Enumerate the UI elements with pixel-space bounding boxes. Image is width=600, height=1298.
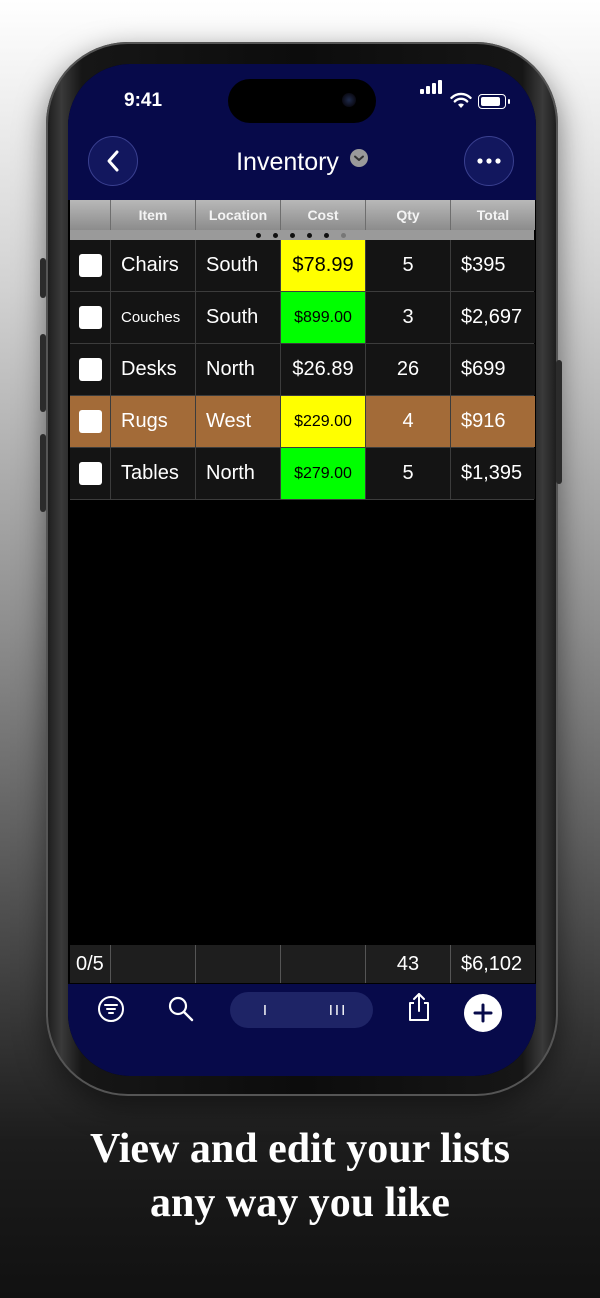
total-cell: $916 — [451, 396, 535, 447]
cost-cell[interactable]: $26.89 — [281, 344, 365, 395]
location-cell[interactable]: West — [196, 396, 280, 447]
share-button[interactable] — [404, 992, 434, 1022]
table-row[interactable]: Tables North $279.00 5 $1,395 — [70, 448, 535, 500]
status-icons — [420, 80, 520, 110]
item-cell[interactable]: Chairs — [111, 240, 195, 291]
selected-count: 0/5 — [70, 945, 110, 983]
promo-caption: View and edit your lists any way you lik… — [0, 1122, 600, 1230]
header-qty[interactable]: Qty — [366, 200, 450, 230]
camera-icon — [342, 93, 356, 107]
item-cell[interactable]: Rugs — [111, 396, 195, 447]
dynamic-island — [228, 79, 376, 123]
header-location[interactable]: Location — [196, 200, 280, 230]
table-row[interactable]: Rugs West $229.00 4 $916 — [70, 396, 535, 448]
wide-columns-option[interactable]: III — [303, 992, 373, 1028]
caption-line-1: View and edit your lists — [89, 1126, 511, 1172]
share-icon — [409, 993, 429, 1021]
total-cell: $699 — [451, 344, 535, 395]
column-page-indicator[interactable] — [70, 230, 534, 240]
table-row[interactable]: Chairs South $78.99 5 $395 — [70, 240, 535, 292]
total-cell: $395 — [451, 240, 535, 291]
location-cell[interactable]: South — [196, 292, 280, 343]
page-title-text: Inventory — [236, 148, 339, 176]
row-checkbox[interactable] — [78, 410, 102, 433]
item-cell[interactable]: Couches — [111, 292, 195, 343]
search-icon — [168, 996, 194, 1022]
qty-cell[interactable]: 5 — [366, 448, 450, 499]
cost-cell[interactable]: $279.00 — [281, 448, 365, 499]
volume-down-button — [40, 434, 46, 512]
caption-line-2: any way you like — [150, 1180, 450, 1226]
row-checkbox[interactable] — [78, 306, 102, 329]
add-icon — [473, 1003, 493, 1023]
header: 9:41 Inventory — [68, 64, 536, 200]
qty-sum: 43 — [366, 945, 450, 983]
summary-row: 0/5 43 $6,102 — [70, 945, 535, 983]
qty-cell[interactable]: 26 — [366, 344, 450, 395]
bottom-toolbar: I III — [68, 984, 536, 1076]
table-row[interactable]: Couches South $899.00 3 $2,697 — [70, 292, 535, 344]
search-button[interactable] — [166, 994, 196, 1024]
row-checkbox[interactable] — [78, 254, 102, 277]
header-total[interactable]: Total — [451, 200, 535, 230]
item-cell[interactable]: Tables — [111, 448, 195, 499]
cost-cell[interactable]: $229.00 — [281, 396, 365, 447]
wifi-icon — [450, 92, 472, 108]
location-cell[interactable]: South — [196, 240, 280, 291]
qty-cell[interactable]: 4 — [366, 396, 450, 447]
chevron-down-icon — [349, 149, 368, 167]
add-button[interactable] — [464, 994, 502, 1032]
cost-cell[interactable]: $78.99 — [281, 240, 365, 291]
location-cell[interactable]: North — [196, 344, 280, 395]
more-button[interactable] — [464, 136, 514, 186]
table-header: Item Location Cost Qty Total — [70, 200, 535, 230]
row-checkbox[interactable] — [78, 358, 102, 381]
total-sum: $6,102 — [451, 945, 535, 983]
table-row[interactable]: Desks North $26.89 26 $699 — [70, 344, 535, 396]
item-cell[interactable]: Desks — [111, 344, 195, 395]
location-cell[interactable]: North — [196, 448, 280, 499]
power-button — [556, 360, 562, 484]
inventory-table: Item Location Cost Qty Total Chairs Sout… — [70, 200, 535, 500]
narrow-columns-option[interactable]: I — [230, 992, 300, 1028]
cost-cell[interactable]: $899.00 — [281, 292, 365, 343]
phone-screen: 9:41 Inventory Item Location Cost Qty To… — [68, 64, 536, 1076]
more-ellipsis-icon — [477, 158, 501, 164]
header-cost[interactable]: Cost — [281, 200, 365, 230]
volume-up-button — [40, 334, 46, 412]
status-time: 9:41 — [124, 90, 163, 111]
qty-cell[interactable]: 3 — [366, 292, 450, 343]
qty-cell[interactable]: 5 — [366, 240, 450, 291]
action-button — [40, 258, 46, 298]
header-item[interactable]: Item — [111, 200, 195, 230]
column-width-segment: I III — [230, 992, 373, 1028]
row-checkbox[interactable] — [78, 462, 102, 485]
header-select[interactable] — [70, 200, 110, 230]
battery-icon — [478, 94, 510, 109]
total-cell: $1,395 — [451, 448, 535, 499]
filter-button[interactable] — [96, 994, 126, 1024]
filter-icon — [98, 996, 124, 1022]
total-cell: $2,697 — [451, 292, 535, 343]
